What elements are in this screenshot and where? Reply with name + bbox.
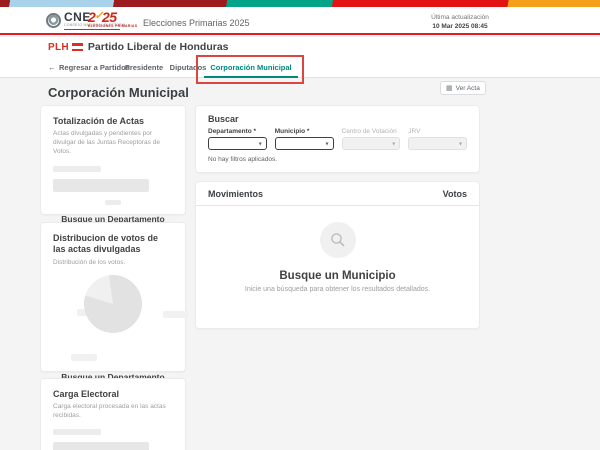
card-subtitle: Carga electoral procesada en las actas r… (53, 403, 166, 420)
skeleton-chip (163, 310, 189, 318)
header: CNE CONSEJO NACIONAL ELECTORAL 2 ✓ 25 EL… (0, 7, 600, 35)
back-to-parties-link[interactable]: ← Regresar a Partidos (48, 63, 130, 72)
skeleton-bar (53, 442, 149, 450)
departamento-select[interactable]: ▾ (208, 137, 267, 150)
no-filters-message: No hay filtros aplicados. (208, 156, 278, 163)
tabs-row: ← Regresar a Partidos Presidente Diputad… (0, 57, 600, 78)
column-header-votos: Votos (442, 189, 467, 199)
filter-centro-votacion: Centro de Votación ▾ (341, 128, 401, 150)
filter-jrv: JRV ▾ (408, 128, 467, 150)
brand-color-stripe (0, 0, 600, 7)
tab-corporacion-municipal[interactable]: Corporación Municipal (204, 57, 298, 78)
filter-label: Departamento * (208, 128, 257, 135)
filter-municipio: Municipio * ▾ (274, 128, 334, 150)
party-bar: PLH Partido Liberal de Honduras (0, 37, 600, 57)
last-update-value: 10 Mar 2025 08:45 (432, 23, 488, 31)
elections-2025-logo: 2 ✓ 25 ELECCIONES PRIMARIAS (88, 10, 137, 29)
party-code: PLH (48, 41, 69, 53)
acta-grid-icon: ▦ (446, 85, 453, 92)
card-distribucion-votos: Distribucion de votos de las actas divul… (40, 222, 189, 402)
last-update-label: Última actualización (431, 14, 489, 21)
chevron-down-icon: ▾ (258, 141, 262, 147)
empty-state-title: Busque un Municipio (279, 270, 396, 282)
cne-emblem-icon (46, 12, 61, 28)
filter-label: Municipio * (274, 128, 310, 135)
card-title: Carga Electoral (53, 389, 120, 399)
skeleton-bar (105, 199, 121, 205)
filter-label: Centro de Votación (341, 128, 397, 135)
app-window: CNE CONSEJO NACIONAL ELECTORAL 2 ✓ 25 EL… (0, 0, 600, 450)
card-subtitle: Distribución de los votos. (53, 258, 126, 266)
back-link-label: Regresar a Partidos (59, 63, 130, 72)
chevron-down-icon: ▾ (458, 141, 462, 147)
empty-state-subtitle: Inicie una búsqueda para obtener los res… (244, 286, 431, 293)
centro-votacion-select: ▾ (341, 137, 401, 150)
results-header: Movimientos Votos (196, 182, 479, 206)
skeleton-bar (53, 165, 101, 172)
tab-presidente[interactable]: Presidente (122, 57, 166, 78)
chevron-down-icon: ▾ (392, 141, 396, 147)
party-flag-icon (71, 43, 83, 51)
search-panel: Buscar Departamento * ▾ Municipio * ▾ Ce… (195, 105, 480, 173)
search-panel-title: Buscar (208, 114, 239, 124)
pie-chart-skeleton (53, 271, 189, 363)
site-title: Elecciones Primarias 2025 (143, 18, 250, 28)
filter-label: JRV (408, 128, 421, 135)
column-header-movimientos: Movimientos (208, 189, 264, 199)
filter-departamento: Departamento * ▾ (208, 128, 267, 150)
pie-chart-placeholder (84, 274, 142, 333)
municipio-select[interactable]: ▾ (274, 137, 334, 150)
card-totalizacion-actas: Totalización de Actas Actas divulgadas y… (40, 105, 186, 244)
ver-acta-button[interactable]: ▦ Ver Acta (440, 81, 486, 95)
results-panel: Movimientos Votos Busque un Municipio In… (195, 181, 480, 329)
last-update: Última actualización 10 Mar 2025 08:45 (415, 13, 505, 31)
skeleton-chip (71, 353, 97, 361)
tab-diputados[interactable]: Diputados (168, 57, 208, 78)
card-subtitle: Actas divulgadas y pendientes por divulg… (53, 130, 160, 156)
chevron-down-icon: ▾ (325, 141, 329, 147)
card-title: Totalización de Actas (53, 116, 145, 126)
logo-2025-right: 25 (102, 9, 117, 25)
party-name: Partido Liberal de Honduras (87, 41, 229, 53)
search-icon (319, 222, 356, 258)
skeleton-bar (53, 178, 149, 192)
results-empty-state: Busque un Municipio Inicie una búsqueda … (196, 206, 479, 293)
back-arrow-icon: ← (48, 63, 56, 72)
logo-2025-caption: ELECCIONES PRIMARIAS (88, 24, 138, 28)
jrv-select: ▾ (408, 137, 467, 150)
cne-logo-underline (64, 28, 121, 30)
card-title: Distribucion de votos de las actas divul… (53, 233, 159, 255)
page-title: Corporación Municipal (48, 85, 189, 100)
skeleton-bar (53, 429, 101, 436)
card-carga-electoral: Carga Electoral Carga electoral procesad… (40, 378, 186, 450)
ver-acta-label: Ver Acta (455, 84, 480, 92)
